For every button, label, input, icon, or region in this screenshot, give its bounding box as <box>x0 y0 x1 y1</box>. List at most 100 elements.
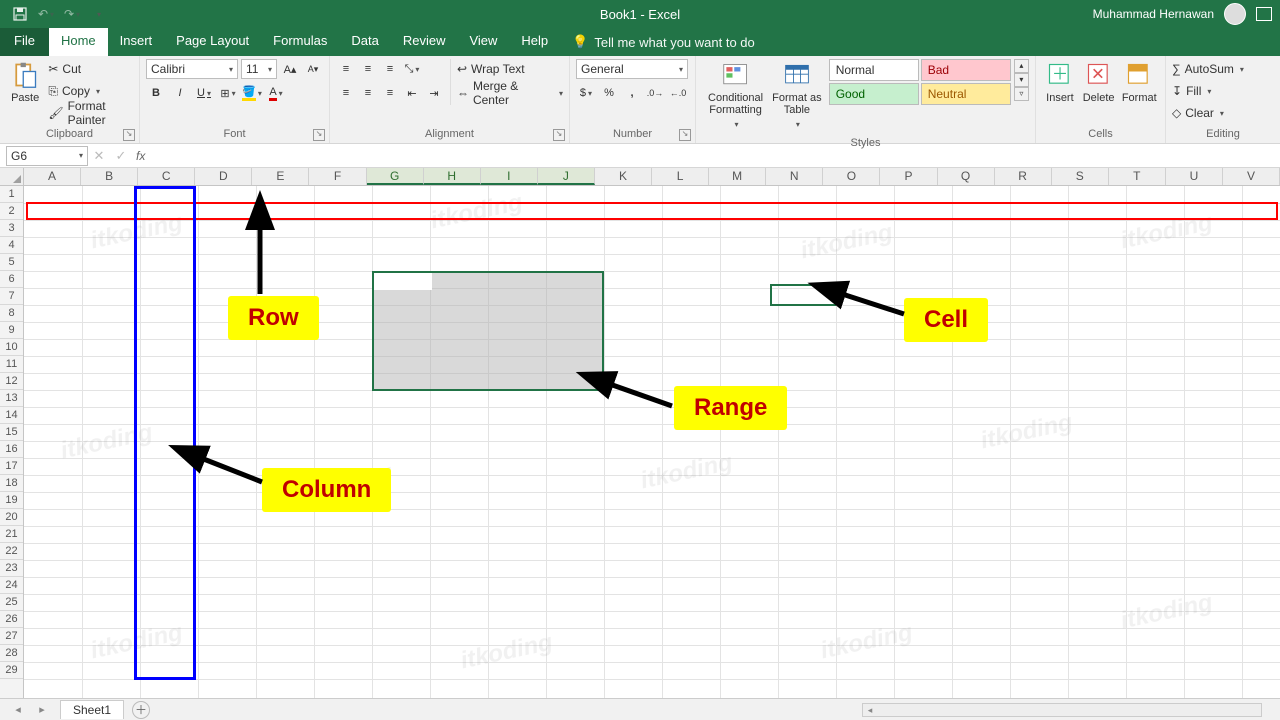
row-header-5[interactable]: 5 <box>0 254 23 271</box>
col-header-G[interactable]: G <box>367 168 424 185</box>
col-header-F[interactable]: F <box>309 168 366 185</box>
name-box[interactable]: G6▾ <box>6 146 88 166</box>
row-header-6[interactable]: 6 <box>0 271 23 288</box>
row-header-15[interactable]: 15 <box>0 424 23 441</box>
row-header-24[interactable]: 24 <box>0 577 23 594</box>
tab-page-layout[interactable]: Page Layout <box>164 27 261 56</box>
increase-decimal-icon[interactable]: .0→ <box>645 83 665 103</box>
col-header-V[interactable]: V <box>1223 168 1280 185</box>
format-painter-button[interactable]: 🖌Format Painter <box>48 103 133 123</box>
undo-icon[interactable]: ↶▾ <box>36 4 56 24</box>
row-header-29[interactable]: 29 <box>0 662 23 679</box>
column-headers[interactable]: ABCDEFGHIJKLMNOPQRSTUV <box>24 168 1280 186</box>
tab-formulas[interactable]: Formulas <box>261 27 339 56</box>
copy-button[interactable]: ⎘Copy▾ <box>48 81 133 101</box>
col-header-T[interactable]: T <box>1109 168 1166 185</box>
ribbon-display-icon[interactable] <box>1256 7 1272 21</box>
format-as-table-button[interactable]: Format as Table▾ <box>769 59 825 133</box>
style-gallery-scroll[interactable]: ▴▾▿ <box>1014 59 1029 101</box>
tab-view[interactable]: View <box>457 27 509 56</box>
font-name-combo[interactable]: Calibri▾ <box>146 59 238 79</box>
row-header-10[interactable]: 10 <box>0 339 23 356</box>
currency-icon[interactable]: $▾ <box>576 83 596 103</box>
percent-icon[interactable]: % <box>599 83 619 103</box>
col-header-I[interactable]: I <box>481 168 538 185</box>
col-header-J[interactable]: J <box>538 168 595 185</box>
align-center-icon[interactable]: ≡ <box>358 83 378 103</box>
col-header-N[interactable]: N <box>766 168 823 185</box>
wrap-text-button[interactable]: ↩Wrap Text <box>457 59 563 79</box>
indent-decrease-icon[interactable]: ⇤ <box>402 83 422 103</box>
row-header-2[interactable]: 2 <box>0 203 23 220</box>
row-header-12[interactable]: 12 <box>0 373 23 390</box>
col-header-U[interactable]: U <box>1166 168 1223 185</box>
row-header-28[interactable]: 28 <box>0 645 23 662</box>
row-header-20[interactable]: 20 <box>0 509 23 526</box>
row-headers[interactable]: 1234567891011121314151617181920212223242… <box>0 186 24 698</box>
style-bad[interactable]: Bad <box>921 59 1011 81</box>
tab-insert[interactable]: Insert <box>108 27 165 56</box>
decrease-decimal-icon[interactable]: ←.0 <box>668 83 688 103</box>
horizontal-scrollbar[interactable]: ◂ <box>862 703 1262 717</box>
increase-font-icon[interactable]: A▴ <box>280 59 300 79</box>
row-header-23[interactable]: 23 <box>0 560 23 577</box>
tab-help[interactable]: Help <box>509 27 560 56</box>
bold-button[interactable]: B <box>146 83 166 103</box>
tab-data[interactable]: Data <box>339 27 390 56</box>
row-header-21[interactable]: 21 <box>0 526 23 543</box>
col-header-H[interactable]: H <box>424 168 481 185</box>
add-sheet-button[interactable]: ＋ <box>132 701 150 719</box>
user-name[interactable]: Muhammad Hernawan <box>1093 7 1214 21</box>
col-header-D[interactable]: D <box>195 168 252 185</box>
row-header-26[interactable]: 26 <box>0 611 23 628</box>
merge-center-button[interactable]: ⇔Merge & Center▾ <box>457 83 563 103</box>
comma-icon[interactable]: , <box>622 83 642 103</box>
cells-grid[interactable] <box>24 186 1280 698</box>
clear-button[interactable]: ◇Clear▾ <box>1172 103 1224 123</box>
style-good[interactable]: Good <box>829 83 919 105</box>
row-header-17[interactable]: 17 <box>0 458 23 475</box>
align-left-icon[interactable]: ≡ <box>336 83 356 103</box>
col-header-A[interactable]: A <box>24 168 81 185</box>
row-header-3[interactable]: 3 <box>0 220 23 237</box>
col-header-L[interactable]: L <box>652 168 709 185</box>
fill-button[interactable]: ↧Fill▾ <box>1172 81 1211 101</box>
paste-button[interactable]: Paste <box>6 59 44 106</box>
row-header-14[interactable]: 14 <box>0 407 23 424</box>
tab-home[interactable]: Home <box>49 27 108 56</box>
align-right-icon[interactable]: ≡ <box>380 83 400 103</box>
select-all-corner[interactable] <box>0 168 24 186</box>
row-header-11[interactable]: 11 <box>0 356 23 373</box>
italic-button[interactable]: I <box>170 83 190 103</box>
delete-cells-button[interactable]: ✕ Delete <box>1080 59 1118 106</box>
align-middle-icon[interactable]: ≡ <box>358 59 378 79</box>
col-header-K[interactable]: K <box>595 168 652 185</box>
orientation-icon[interactable]: ⤡▾ <box>402 59 422 79</box>
col-header-E[interactable]: E <box>252 168 309 185</box>
fill-color-button[interactable]: 🪣▾ <box>242 83 262 103</box>
clipboard-launcher[interactable]: ↘ <box>123 129 135 141</box>
font-color-button[interactable]: A▾ <box>266 83 286 103</box>
col-header-R[interactable]: R <box>995 168 1052 185</box>
qat-customize-icon[interactable]: ▾ <box>88 4 108 24</box>
format-cells-button[interactable]: Format <box>1119 59 1159 106</box>
sheet-nav[interactable]: ◂▸ <box>0 703 60 716</box>
decrease-font-icon[interactable]: A▾ <box>303 59 323 79</box>
alignment-launcher[interactable]: ↘ <box>553 129 565 141</box>
row-header-9[interactable]: 9 <box>0 322 23 339</box>
row-header-13[interactable]: 13 <box>0 390 23 407</box>
indent-increase-icon[interactable]: ⇥ <box>424 83 444 103</box>
number-launcher[interactable]: ↘ <box>679 129 691 141</box>
tab-review[interactable]: Review <box>391 27 458 56</box>
col-header-C[interactable]: C <box>138 168 195 185</box>
cancel-formula-icon[interactable]: ✕ <box>88 148 110 164</box>
conditional-formatting-button[interactable]: Conditional Formatting▾ <box>702 59 769 133</box>
font-launcher[interactable]: ↘ <box>313 129 325 141</box>
underline-button[interactable]: U▾ <box>194 83 214 103</box>
row-header-18[interactable]: 18 <box>0 475 23 492</box>
font-size-combo[interactable]: 11▾ <box>241 59 277 79</box>
autosum-button[interactable]: ∑AutoSum▾ <box>1172 59 1244 79</box>
row-header-16[interactable]: 16 <box>0 441 23 458</box>
tell-me[interactable]: 💡 Tell me what you want to do <box>560 28 767 56</box>
row-header-27[interactable]: 27 <box>0 628 23 645</box>
